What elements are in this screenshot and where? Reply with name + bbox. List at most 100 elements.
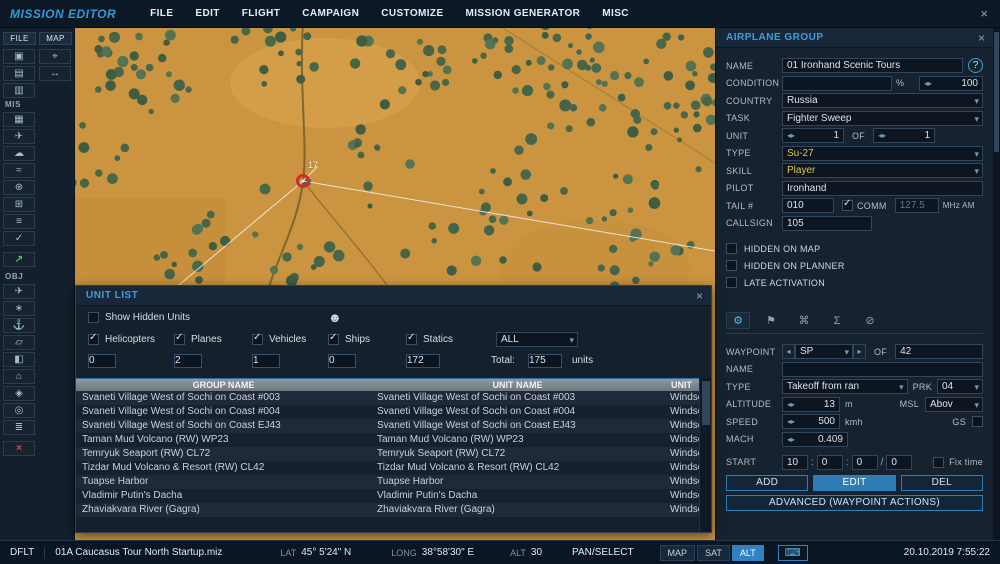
- payload-tab-icon[interactable]: ⚑: [759, 312, 783, 329]
- tab-map-tools[interactable]: MAP: [39, 32, 72, 45]
- filter-ships-checkbox[interactable]: ✓: [328, 332, 339, 345]
- altitude-reference-select[interactable]: Abov ▾: [925, 396, 983, 412]
- help-icon[interactable]: ?: [968, 58, 983, 73]
- waypoint-type-select[interactable]: Takeoff from ran ▾: [782, 379, 908, 394]
- table-row[interactable]: Svaneti Village West of Sochi on Coast E…: [76, 419, 699, 433]
- mach-stepper[interactable]: ◂ ▸ 0.409: [782, 431, 848, 447]
- failures-tab-icon[interactable]: ⊘: [858, 312, 882, 329]
- waypoint-select[interactable]: SP ▾: [795, 344, 853, 359]
- fix-time-checkbox[interactable]: [933, 456, 945, 468]
- ground-speed-checkbox[interactable]: [972, 416, 983, 427]
- open-mission-button[interactable]: ▣: [3, 49, 35, 64]
- menu-campaign[interactable]: CAMPAIGN: [302, 8, 359, 19]
- menu-customize[interactable]: CUSTOMIZE: [381, 8, 443, 19]
- table-row[interactable]: Svaneti Village West of Sochi on Coast #…: [76, 391, 699, 405]
- altitude-stepper[interactable]: ◂ ▸ 13: [782, 396, 840, 412]
- hidden-on-planner-checkbox[interactable]: [726, 260, 737, 271]
- coalition-select[interactable]: ALL ▾: [496, 332, 578, 347]
- map-layer-button[interactable]: MAP: [659, 544, 696, 561]
- menu-mission-generator[interactable]: MISSION GENERATOR: [466, 8, 581, 19]
- start-seconds-input[interactable]: 0: [851, 454, 878, 470]
- table-row[interactable]: Zhaviakvara River (Gagra) Zhaviakvara Riv…: [76, 503, 699, 517]
- filter-vehicles-checkbox[interactable]: ✓: [252, 332, 263, 345]
- tab-file-tools[interactable]: FILE: [3, 32, 36, 45]
- validate-mission-button[interactable]: ✓: [3, 231, 35, 246]
- callsign-input[interactable]: 105: [782, 215, 872, 231]
- targeting-options-button[interactable]: ⊕: [3, 180, 35, 195]
- panel-scrollbar[interactable]: [993, 28, 1000, 540]
- menu-flight[interactable]: FLIGHT: [242, 8, 281, 19]
- add-template-button[interactable]: ◈: [3, 386, 35, 401]
- table-row[interactable]: Vladimir Putin's Dacha Vladimir Putin's D…: [76, 489, 699, 503]
- close-icon[interactable]: ×: [980, 6, 988, 21]
- unit-type-column-header[interactable]: UNIT: [664, 379, 699, 391]
- measure-distance-button[interactable]: ↔: [39, 66, 71, 81]
- add-helicopter-button[interactable]: ∗: [3, 301, 35, 316]
- table-row[interactable]: Tizdar Mud Volcano & Resort (RW) CL42 Tiz…: [76, 461, 699, 475]
- comm-checkbox[interactable]: ✓: [842, 198, 853, 211]
- mission-settings-button[interactable]: ≡: [3, 214, 35, 229]
- fly-mission-button[interactable]: ↗: [3, 252, 35, 267]
- object-list-button[interactable]: ≣: [3, 420, 35, 435]
- start-day-input[interactable]: 0: [886, 454, 913, 470]
- menu-file[interactable]: FILE: [150, 8, 173, 19]
- scrollbar-thumb[interactable]: [994, 32, 999, 152]
- table-row[interactable]: Taman Mud Volcano (RW) WP23 Taman Mud Vol…: [76, 433, 699, 447]
- next-waypoint-button[interactable]: ▸: [853, 344, 866, 359]
- sea-state-button[interactable]: ≈: [3, 163, 35, 178]
- unit-count-stepper[interactable]: ◂ ▸ 1: [873, 128, 936, 143]
- menu-misc[interactable]: MISC: [602, 8, 629, 19]
- close-icon[interactable]: ×: [696, 289, 703, 303]
- filter-statics-checkbox[interactable]: ✓: [406, 332, 417, 345]
- aircraft-type-select[interactable]: Su-27 ▾: [782, 145, 983, 161]
- condition-input[interactable]: [782, 75, 892, 91]
- unit-list-scrollbar[interactable]: [699, 378, 711, 532]
- unit-name-column-header[interactable]: UNIT NAME: [371, 379, 664, 391]
- route-tab-icon[interactable]: ⚙: [726, 312, 750, 329]
- aircraft-pool-button[interactable]: ✈: [3, 129, 35, 144]
- menu-edit[interactable]: EDIT: [195, 8, 219, 19]
- trigger-zones-button[interactable]: ⊞: [3, 197, 35, 212]
- probability-stepper[interactable]: ◂ ▸ 100: [919, 75, 983, 91]
- add-vehicle-button[interactable]: ▱: [3, 335, 35, 350]
- alt-layer-button[interactable]: ALT: [731, 544, 764, 561]
- group-name-column-header[interactable]: GROUP NAME: [76, 379, 371, 391]
- tail-number-input[interactable]: 010: [782, 198, 834, 213]
- add-building-button[interactable]: ⌂: [3, 369, 35, 384]
- table-row[interactable]: Temryuk Seaport (RW) CL72 Temryuk Seaport…: [76, 447, 699, 461]
- save-mission-button[interactable]: ▤: [3, 66, 35, 81]
- hidden-on-map-checkbox[interactable]: [726, 243, 737, 254]
- start-hours-input[interactable]: 10: [782, 454, 808, 470]
- filter-helicopters-checkbox[interactable]: ✓: [88, 332, 99, 345]
- add-static-button[interactable]: ◧: [3, 352, 35, 367]
- pilot-name-input[interactable]: Ironhand: [782, 180, 983, 196]
- skill-select[interactable]: Player ▾: [782, 163, 983, 178]
- start-minutes-input[interactable]: 0: [816, 454, 843, 470]
- add-trigger-zone-button[interactable]: ◎: [3, 403, 35, 418]
- summary-tab-icon[interactable]: Σ: [825, 312, 849, 329]
- group-name-input[interactable]: 01 Ironhand Scenic Tours: [782, 58, 963, 73]
- advanced-waypoint-actions-button[interactable]: ADVANCED (WAYPOINT ACTIONS): [726, 494, 983, 511]
- theme-indicator[interactable]: DFLT: [10, 547, 34, 558]
- keyboard-icon[interactable]: ⌨: [777, 544, 808, 561]
- country-select[interactable]: Russia ▾: [782, 93, 983, 108]
- map-options-button[interactable]: ⌖: [39, 49, 71, 64]
- weather-editor-button[interactable]: ☁: [3, 146, 35, 161]
- add-airplane-button[interactable]: ✈: [3, 284, 35, 299]
- sat-layer-button[interactable]: SAT: [697, 544, 730, 561]
- unit-index-stepper[interactable]: ◂ ▸ 1: [782, 128, 844, 143]
- delete-waypoint-button[interactable]: DEL: [900, 474, 983, 491]
- export-mission-button[interactable]: ▥: [3, 83, 35, 98]
- mission-options-button[interactable]: ▦: [3, 112, 35, 127]
- edit-waypoint-button[interactable]: EDIT: [813, 474, 896, 491]
- table-row[interactable]: Svaneti Village West of Sochi on Coast #…: [76, 405, 699, 419]
- actions-tab-icon[interactable]: ⌘: [792, 312, 816, 329]
- filter-planes-checkbox[interactable]: ✓: [174, 332, 185, 345]
- waypoint-total-input[interactable]: 42: [895, 344, 983, 359]
- waypoint-name-input[interactable]: [782, 361, 983, 377]
- table-row[interactable]: Tuapse HarborTuapse HarborWindso: [76, 475, 699, 489]
- speed-stepper[interactable]: ◂ ▸ 500: [782, 414, 840, 429]
- scrollbar-thumb[interactable]: [702, 381, 710, 425]
- late-activation-checkbox[interactable]: [726, 277, 737, 288]
- add-ship-button[interactable]: ⚓: [3, 318, 35, 333]
